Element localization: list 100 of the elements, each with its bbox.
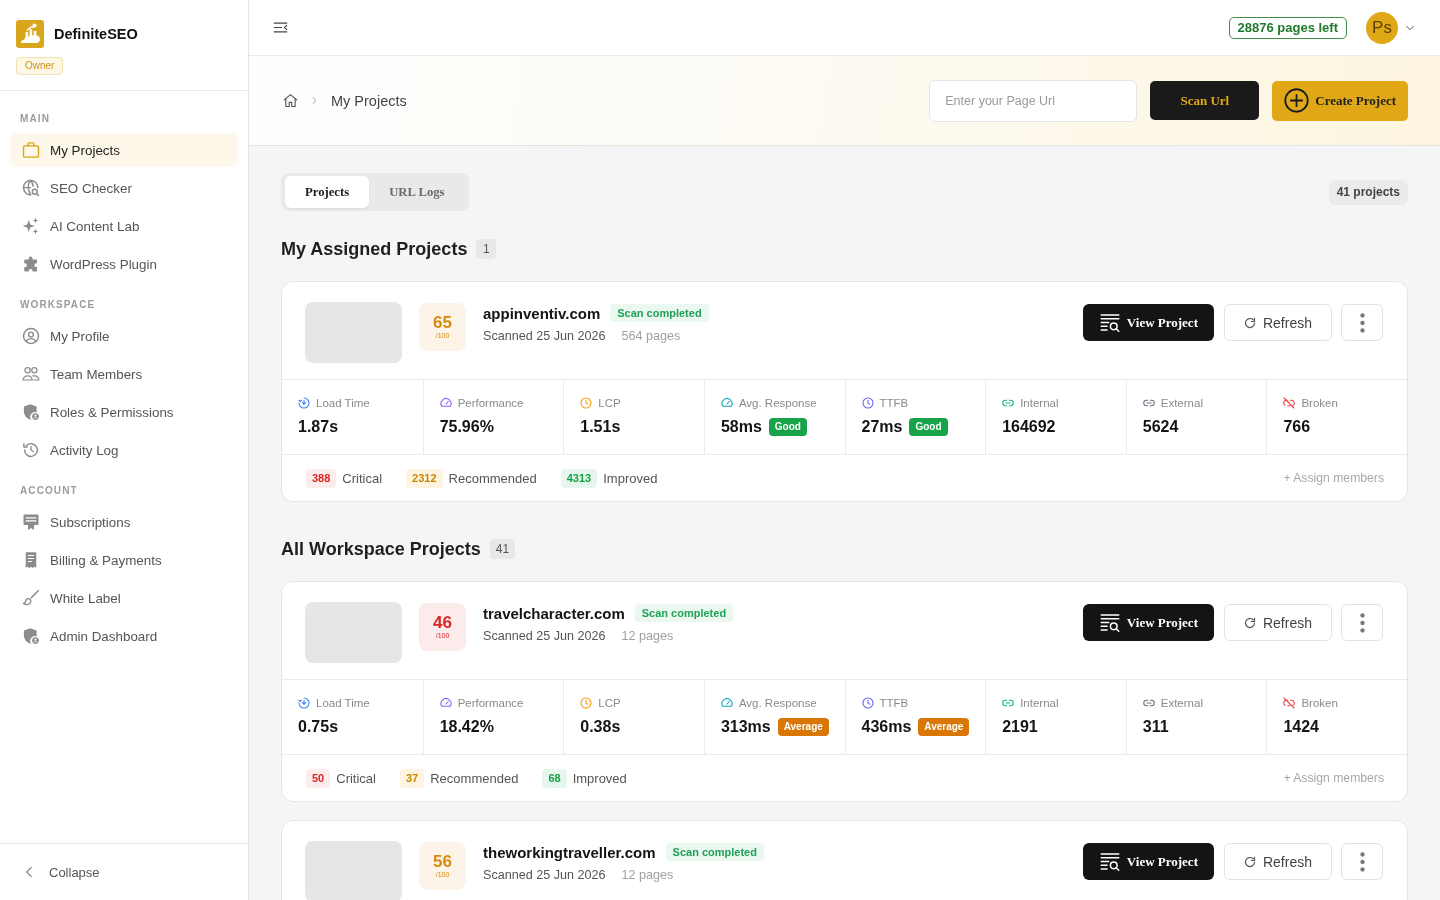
clock-icon (861, 697, 874, 709)
puzzle-icon (22, 255, 40, 273)
nav-section-heading: MAIN (19, 113, 51, 125)
issue-label: Improved (572, 770, 627, 786)
metric-value: 27ms (861, 418, 903, 436)
breadcrumb-current: My Projects (331, 92, 407, 109)
view-project-button[interactable]: View Project (1082, 604, 1214, 641)
status-badge: Scan completed (634, 604, 734, 622)
certificate-icon (22, 513, 40, 531)
view-project-button[interactable]: View Project (1082, 304, 1214, 341)
page-count: 12 pages (621, 628, 674, 644)
status-badge: Scan completed (665, 843, 764, 861)
nav-item[interactable]: My Projects (10, 133, 238, 167)
issue-count-badge: 68 (542, 768, 567, 788)
metric-value: 18.42% (439, 718, 494, 736)
count-badge: 41 (489, 539, 516, 559)
score-value: 46 (433, 614, 452, 632)
nav-item[interactable]: Team Members (10, 357, 238, 391)
more-options-button[interactable] (1341, 304, 1383, 341)
issue-label: Critical (336, 770, 376, 786)
role-badge: Owner (16, 57, 64, 75)
metric-value: 1424 (1283, 718, 1319, 736)
status-badge: Scan completed (610, 304, 709, 322)
shield-user-icon (22, 627, 40, 645)
nav-item[interactable]: Activity Log (10, 433, 238, 467)
link-icon (1002, 697, 1015, 709)
brand-name: DefiniteSEO (54, 26, 138, 42)
nav-item[interactable]: Billing & Payments (10, 543, 238, 577)
nav-section-heading: WORKSPACE (19, 299, 97, 311)
nav-item[interactable]: AI Content Lab (10, 209, 238, 243)
menu-icon[interactable] (272, 20, 289, 35)
metric-label: Performance (457, 397, 524, 409)
metric-value: 311 (1142, 718, 1169, 736)
more-options-button[interactable] (1341, 843, 1383, 880)
refresh-button[interactable]: Refresh (1223, 843, 1332, 880)
page-url-input[interactable]: Enter your Page Url (929, 79, 1138, 122)
globe-search-icon (22, 179, 40, 197)
more-options-button[interactable] (1341, 604, 1383, 641)
section-title: All Workspace Projects (281, 538, 481, 560)
page-count: 12 pages (621, 867, 674, 883)
nav-item[interactable]: White Label (10, 581, 238, 615)
list-search-icon (1098, 312, 1121, 333)
refresh-button[interactable]: Refresh (1223, 604, 1332, 641)
bar-chart-logo-icon (16, 20, 44, 48)
metric-value: 0.38s (580, 718, 621, 736)
home-icon[interactable] (283, 93, 298, 108)
collapse-button[interactable]: Collapse (22, 864, 100, 880)
tab[interactable]: URL Logs (369, 176, 465, 208)
clock-icon (861, 397, 874, 409)
plus-circle-icon (1284, 88, 1310, 113)
metric-label: LCP (598, 697, 621, 709)
nav-item[interactable]: SEO Checker (10, 171, 238, 205)
briefcase-icon (22, 141, 40, 159)
view-project-button[interactable]: View Project (1082, 843, 1214, 880)
metric-value: 2191 (1002, 718, 1038, 736)
rating-badge: Good (768, 418, 807, 436)
pages-left-badge: 28876 pages left (1228, 16, 1347, 39)
create-project-button[interactable]: Create Project (1272, 80, 1408, 121)
gauge-icon (439, 697, 452, 709)
list-search-icon (1098, 612, 1121, 633)
issue-count-badge: 388 (306, 468, 337, 488)
metric-label: External (1160, 697, 1203, 709)
metric-label: Performance (457, 697, 524, 709)
tab[interactable]: Projects (285, 176, 370, 208)
metric-label: Broken (1301, 697, 1338, 709)
metric-value: 1.87s (298, 418, 339, 436)
nav-item[interactable]: My Profile (10, 319, 238, 353)
nav-section-heading: ACCOUNT (19, 485, 79, 497)
metric-label: Internal (1020, 397, 1059, 409)
metric-value: 436ms (861, 718, 912, 736)
kebab-icon (1359, 851, 1365, 872)
broken-link-icon (1283, 397, 1296, 409)
nav-item[interactable]: WordPress Plugin (10, 247, 238, 281)
kebab-icon (1359, 312, 1365, 333)
gauge-icon (720, 397, 733, 409)
issue-label: Recommended (430, 770, 519, 786)
clock-icon (580, 397, 593, 409)
project-domain: appinventiv.com (483, 304, 601, 322)
chevron-right-icon (310, 96, 319, 105)
rating-badge: Good (909, 418, 948, 436)
brush-icon (22, 589, 40, 607)
metric-label: Internal (1020, 697, 1059, 709)
nav-item[interactable]: Admin Dashboard (10, 619, 238, 653)
project-count-badge: 41 projects (1328, 179, 1408, 205)
scan-date: Scanned 25 Jun 2026 (483, 328, 606, 344)
metric-label: External (1160, 397, 1203, 409)
users-icon (22, 365, 40, 383)
broken-link-icon (1283, 697, 1296, 709)
issue-count-badge: 50 (306, 768, 331, 788)
nav-item[interactable]: Subscriptions (10, 505, 238, 539)
user-avatar[interactable]: Ps (1366, 11, 1398, 44)
sparkles-icon (22, 217, 40, 235)
nav-item[interactable]: Roles & Permissions (10, 395, 238, 429)
scan-url-button[interactable]: Scan Url (1150, 81, 1260, 120)
metric-label: LCP (598, 397, 621, 409)
refresh-icon (1243, 855, 1256, 868)
refresh-icon (1243, 616, 1256, 629)
list-search-icon (1098, 851, 1121, 872)
refresh-button[interactable]: Refresh (1223, 304, 1332, 341)
metric-label: TTFB (879, 397, 909, 409)
